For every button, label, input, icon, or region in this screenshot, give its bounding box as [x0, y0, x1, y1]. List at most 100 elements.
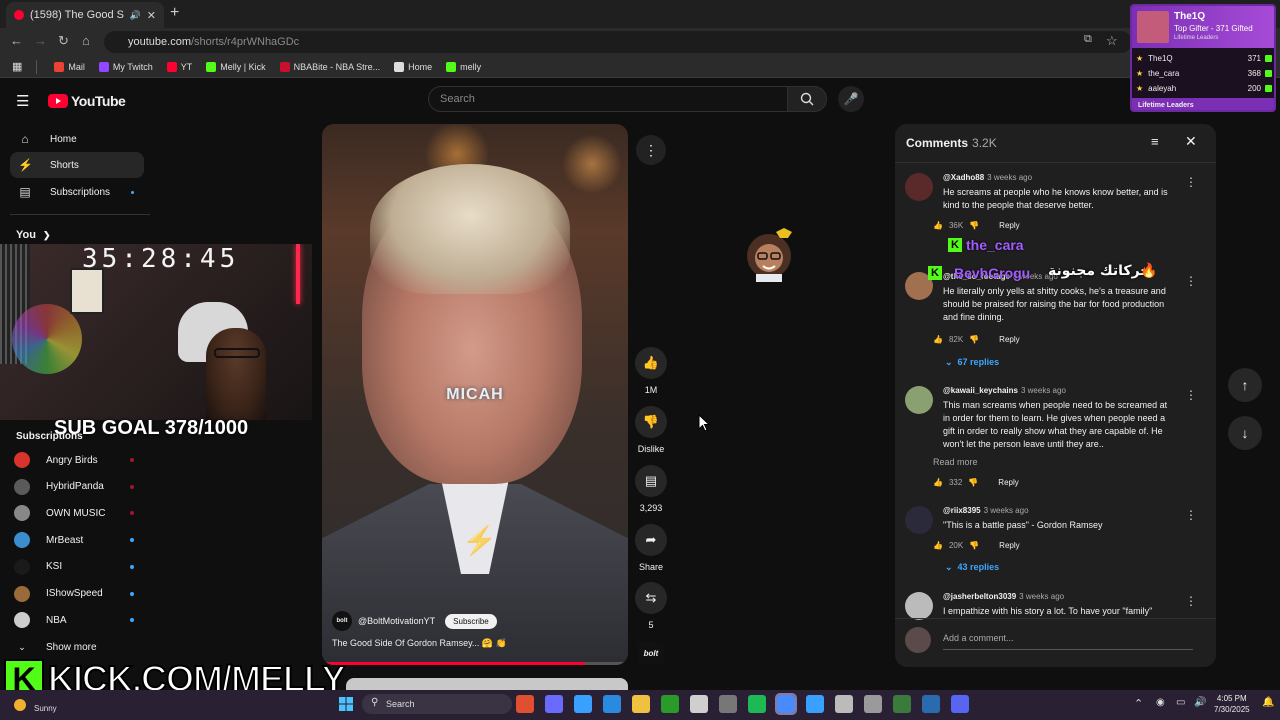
- xbox-icon[interactable]: [661, 695, 679, 713]
- comment-menu-icon[interactable]: ⋮: [1185, 508, 1197, 522]
- commenter-avatar[interactable]: [905, 173, 933, 201]
- photos-icon[interactable]: [806, 695, 824, 713]
- subscribe-button[interactable]: Subscribe: [445, 613, 497, 629]
- subscription-item[interactable]: Angry Birds: [14, 450, 144, 470]
- share-button[interactable]: ➦ Share: [634, 524, 668, 572]
- taskbar-clock[interactable]: 4:05 PM 7/30/2025: [1214, 693, 1250, 715]
- bookmark-item[interactable]: Mail: [54, 61, 85, 72]
- thumbs-up-icon[interactable]: 👍: [933, 221, 943, 230]
- bookmark-item[interactable]: melly: [446, 61, 481, 72]
- chrome-icon[interactable]: [775, 693, 797, 715]
- subscription-item[interactable]: IShowSpeed: [14, 584, 144, 604]
- url-input[interactable]: youtube.com/shorts/r4prWNhaGDc: [104, 31, 1132, 53]
- comment-author[interactable]: @kawaii_keychains: [943, 386, 1018, 395]
- reply-button[interactable]: Reply: [999, 541, 1019, 550]
- commenter-avatar[interactable]: [905, 386, 933, 414]
- thumbs-down-icon[interactable]: 👎: [969, 221, 979, 230]
- comment-menu-icon[interactable]: ⋮: [1185, 274, 1197, 288]
- video-progress-bar[interactable]: [322, 662, 628, 665]
- home-icon[interactable]: ⌂: [82, 33, 90, 48]
- subscription-item[interactable]: HybridPanda: [14, 477, 144, 497]
- game-icon[interactable]: [893, 695, 911, 713]
- volume-icon[interactable]: 🔊: [1194, 697, 1206, 708]
- view-replies-button[interactable]: ⌄ 43 replies: [945, 562, 999, 573]
- thumbs-down-icon[interactable]: 👎: [969, 541, 979, 550]
- edge-icon[interactable]: [574, 695, 592, 713]
- new-tab-icon[interactable]: +: [170, 4, 179, 22]
- commenter-avatar[interactable]: [905, 592, 933, 620]
- reload-icon[interactable]: ↻: [58, 33, 69, 49]
- search-input[interactable]: Search: [428, 86, 788, 112]
- taskbar-search[interactable]: ⚲ Search: [362, 694, 512, 714]
- back-icon[interactable]: ←: [10, 33, 23, 48]
- close-icon[interactable]: ✕: [1185, 133, 1197, 150]
- media-icon[interactable]: [835, 695, 853, 713]
- next-short-button[interactable]: ↓: [1228, 416, 1262, 450]
- next-short-peek[interactable]: [346, 678, 628, 690]
- bookmark-star-icon[interactable]: ☆: [1106, 33, 1118, 49]
- install-icon[interactable]: ⧉: [1084, 33, 1092, 46]
- thumbs-up-icon[interactable]: 👍: [933, 478, 943, 487]
- channel-avatar[interactable]: bolt: [332, 611, 352, 631]
- dislike-button[interactable]: 👎 Dislike: [634, 406, 668, 454]
- previous-short-button[interactable]: ↑: [1228, 368, 1262, 402]
- sidebar-item-shorts[interactable]: ⚡ Shorts: [10, 152, 144, 178]
- add-comment-input[interactable]: Add a comment...: [943, 633, 1014, 643]
- comment-menu-icon[interactable]: ⋮: [1185, 388, 1197, 402]
- sidebar-item-subscriptions[interactable]: ▤ Subscriptions: [10, 179, 144, 205]
- youtube-logo[interactable]: YouTube: [48, 93, 126, 109]
- comment-author[interactable]: @jasherbelton3039: [943, 592, 1016, 601]
- short-video-player[interactable]: MICAH ⚡ bolt @BoltMotivationYT Subscribe…: [322, 124, 628, 665]
- like-button[interactable]: 👍 1M: [634, 347, 668, 395]
- comments-button[interactable]: ▤ 3,293: [634, 465, 668, 513]
- network-icon[interactable]: ◉: [1156, 697, 1165, 708]
- comment-author[interactable]: @riix8395: [943, 506, 981, 515]
- sidebar-item-home[interactable]: ⌂ Home: [10, 126, 144, 152]
- explorer-icon[interactable]: [603, 695, 621, 713]
- channel-name[interactable]: @BoltMotivationYT: [358, 616, 435, 626]
- thumbs-up-icon[interactable]: 👍: [933, 335, 943, 344]
- bookmark-item[interactable]: YT: [166, 61, 192, 72]
- monitor-icon[interactable]: ▭: [1176, 697, 1185, 708]
- sound-badge[interactable]: bolt: [638, 642, 664, 664]
- subscription-item[interactable]: KSI: [14, 557, 144, 577]
- comment-menu-icon[interactable]: ⋮: [1185, 594, 1197, 608]
- sort-icon[interactable]: ≡: [1151, 134, 1159, 149]
- hamburger-menu-icon[interactable]: ☰: [16, 92, 29, 110]
- forward-icon[interactable]: →: [34, 33, 47, 48]
- obs-icon[interactable]: [690, 695, 708, 713]
- reply-button[interactable]: Reply: [999, 335, 1019, 344]
- comment-menu-icon[interactable]: ⋮: [1185, 175, 1197, 189]
- browser-tab[interactable]: (1598) The Good Side Of G 🔊 ✕: [6, 2, 164, 28]
- folder-icon[interactable]: [632, 695, 650, 713]
- files-icon[interactable]: [922, 695, 940, 713]
- copilot-icon[interactable]: [545, 695, 563, 713]
- search-button[interactable]: [787, 86, 827, 112]
- terminal-icon[interactable]: [864, 695, 882, 713]
- speaker-icon[interactable]: 🔊: [130, 10, 141, 21]
- bookmark-item[interactable]: NBABite - NBA Stre...: [279, 61, 380, 72]
- tray-chevron-icon[interactable]: ⌃: [1134, 697, 1143, 710]
- thumbs-down-icon[interactable]: 👎: [969, 335, 979, 344]
- close-tab-icon[interactable]: ✕: [147, 9, 156, 22]
- windows-start-icon[interactable]: [338, 696, 354, 712]
- reply-button[interactable]: Reply: [998, 478, 1018, 487]
- read-more-link[interactable]: Read more: [933, 457, 978, 467]
- spotify-icon[interactable]: [748, 695, 766, 713]
- subscription-item[interactable]: NBA: [14, 610, 144, 630]
- view-replies-button[interactable]: ⌄ 67 replies: [945, 357, 999, 368]
- commenter-avatar[interactable]: [905, 506, 933, 534]
- notification-bell-icon[interactable]: 🔔: [1262, 697, 1274, 708]
- bookmark-item[interactable]: My Twitch: [98, 61, 153, 72]
- thumbs-up-icon[interactable]: 👍: [933, 541, 943, 550]
- remix-button[interactable]: ⇆ 5: [634, 582, 668, 630]
- discord-icon[interactable]: [951, 695, 969, 713]
- voice-search-button[interactable]: 🎤: [838, 86, 864, 112]
- app-icon[interactable]: [516, 695, 534, 713]
- sidebar-you-link[interactable]: You ❯: [16, 229, 51, 241]
- subscription-item[interactable]: OWN MUSIC: [14, 503, 144, 523]
- bookmark-item[interactable]: Home: [394, 61, 432, 72]
- reply-button[interactable]: Reply: [999, 221, 1019, 230]
- weather-label[interactable]: Sunny: [34, 704, 57, 713]
- thumbs-down-icon[interactable]: 👎: [968, 478, 978, 487]
